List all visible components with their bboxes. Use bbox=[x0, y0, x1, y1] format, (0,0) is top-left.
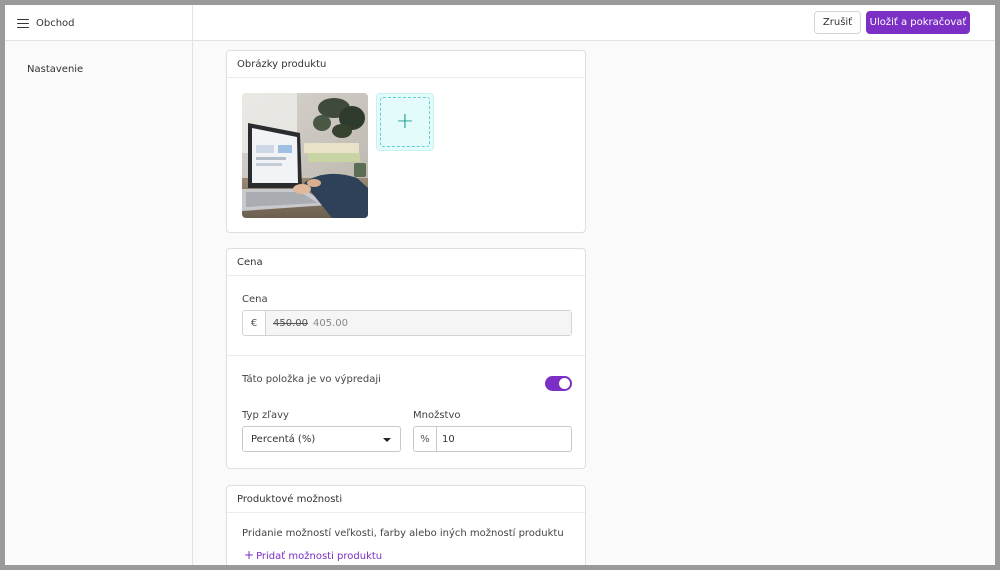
divider bbox=[227, 355, 585, 356]
product-image-thumbnail[interactable] bbox=[242, 93, 368, 218]
price-input[interactable]: € 450.00 405.00 bbox=[242, 310, 572, 336]
on-sale-toggle[interactable] bbox=[545, 376, 572, 391]
product-images-card: Obrázky produktu + bbox=[226, 50, 586, 233]
card-title: Cena bbox=[227, 249, 585, 276]
price-label: Cena bbox=[242, 294, 268, 305]
discount-type-label: Typ zľavy bbox=[242, 410, 289, 421]
sidebar: Nastavenie bbox=[5, 41, 193, 565]
amount-label: Množstvo bbox=[413, 410, 461, 421]
add-product-options-label: Pridať možnosti produktu bbox=[256, 551, 383, 562]
laptop-photo-icon bbox=[242, 93, 368, 218]
on-sale-label: Táto položka je vo výpredaji bbox=[242, 374, 381, 385]
amount-input[interactable]: % 10 bbox=[413, 426, 572, 452]
menu-icon[interactable] bbox=[17, 18, 29, 28]
caret-down-icon bbox=[383, 438, 391, 442]
price-card: Cena Cena € 450.00 405.00 Táto položka j… bbox=[226, 248, 586, 469]
plus-icon: + bbox=[380, 97, 430, 147]
plus-icon: + bbox=[244, 548, 255, 562]
card-title: Obrázky produktu bbox=[227, 51, 585, 78]
discount-type-select[interactable]: Percentá (%) bbox=[242, 426, 401, 452]
original-price: 450.00 bbox=[273, 317, 308, 329]
discount-type-value: Percentá (%) bbox=[251, 433, 316, 445]
euro-icon: € bbox=[243, 311, 266, 335]
card-title: Produktové možnosti bbox=[227, 486, 585, 513]
top-bar-left: Obchod bbox=[5, 5, 193, 41]
add-product-options-link[interactable]: + Pridať možnosti produktu bbox=[244, 548, 382, 562]
top-bar: Obchod Zrušiť Uložiť a pokračovať bbox=[5, 5, 995, 41]
amount-value[interactable]: 10 bbox=[437, 427, 571, 451]
toggle-knob bbox=[559, 378, 570, 389]
cancel-button[interactable]: Zrušiť bbox=[814, 11, 861, 34]
add-image-button[interactable]: + bbox=[376, 93, 434, 151]
sale-price: 405.00 bbox=[313, 317, 348, 329]
product-options-card: Produktové možnosti Pridanie možností ve… bbox=[226, 485, 586, 565]
sidebar-item-settings[interactable]: Nastavenie bbox=[27, 64, 83, 75]
save-continue-button[interactable]: Uložiť a pokračovať bbox=[866, 11, 970, 34]
options-description: Pridanie možností veľkosti, farby alebo … bbox=[242, 528, 564, 539]
price-values[interactable]: 450.00 405.00 bbox=[266, 311, 571, 335]
app-title: Obchod bbox=[36, 17, 75, 29]
percent-icon: % bbox=[414, 427, 437, 451]
app-window: Obchod Zrušiť Uložiť a pokračovať Nastav… bbox=[5, 5, 995, 565]
